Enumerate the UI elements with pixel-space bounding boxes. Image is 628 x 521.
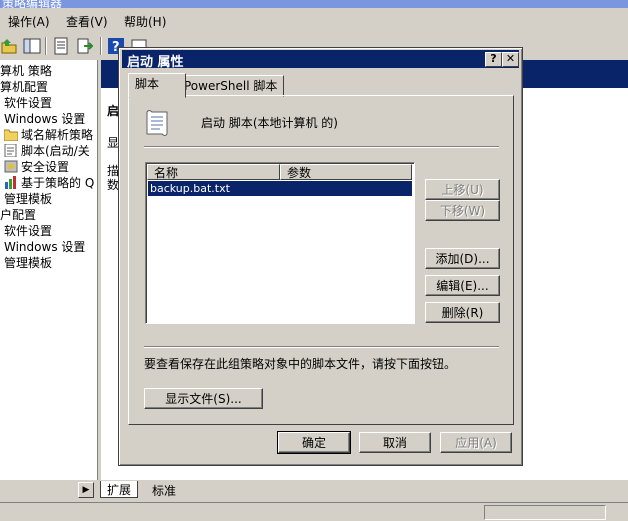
tree-item[interactable]: 户配置 bbox=[0, 207, 36, 223]
scroll-right-icon[interactable]: ▶ bbox=[78, 482, 94, 498]
close-button[interactable]: ✕ bbox=[502, 52, 519, 67]
separator bbox=[144, 346, 499, 348]
remove-button[interactable]: 删除(R) bbox=[425, 302, 500, 323]
move-down-button[interactable]: 下移(W) bbox=[425, 200, 500, 221]
tree-item[interactable]: 基于策略的 Q bbox=[4, 175, 94, 191]
tab-standard[interactable]: 标准 bbox=[146, 482, 182, 498]
dialog-titlebar: 启动 属性 ? ✕ bbox=[122, 50, 519, 70]
info-text: 要查看保存在此组策略对象中的脚本文件，请按下面按钮。 bbox=[144, 357, 457, 371]
tree-item-label: 脚本(启动/关 bbox=[21, 144, 90, 158]
script-name: backup.bat.txt bbox=[150, 182, 230, 195]
tree-item[interactable]: Windows 设置 bbox=[4, 239, 85, 255]
tree-item[interactable]: 脚本(启动/关 bbox=[4, 143, 90, 159]
move-up-button[interactable]: 上移(U) bbox=[425, 179, 500, 200]
tree-item-label: 安全设置 bbox=[21, 160, 70, 174]
main-window-titlebar: 策略编辑器 bbox=[0, 0, 628, 8]
menu-help[interactable]: 帮助(H) bbox=[124, 13, 166, 30]
show-tree-icon[interactable] bbox=[23, 37, 41, 55]
security-icon bbox=[4, 160, 18, 173]
show-files-button[interactable]: 显示文件(S)... bbox=[144, 388, 263, 409]
tree-item[interactable]: Windows 设置 bbox=[4, 111, 85, 127]
app-title: 策略编辑器 bbox=[2, 0, 63, 8]
tree-item[interactable]: 软件设置 bbox=[4, 223, 52, 239]
script-heading: 启动 脚本(本地计算机 的) bbox=[201, 116, 338, 130]
folder-icon bbox=[3, 128, 19, 142]
view-tabs: ▶ 扩展 标准 bbox=[0, 481, 628, 499]
tab-extended[interactable]: 扩展 bbox=[100, 481, 139, 498]
tab-powershell[interactable]: PowerShell 脚本 bbox=[177, 75, 285, 97]
script-file-icon bbox=[145, 108, 171, 138]
separator bbox=[144, 146, 499, 148]
list-item[interactable]: backup.bat.txt bbox=[148, 181, 412, 196]
tree-item[interactable]: 安全设置 bbox=[4, 159, 69, 175]
add-button[interactable]: 添加(D)... bbox=[425, 248, 500, 269]
properties-icon[interactable] bbox=[52, 37, 70, 55]
status-bar bbox=[0, 502, 628, 521]
chart-icon bbox=[4, 176, 18, 189]
status-panel bbox=[484, 505, 606, 520]
menu-action[interactable]: 操作(A) bbox=[8, 13, 50, 30]
scripts-list[interactable]: 名称 参数 backup.bat.txt bbox=[145, 162, 415, 324]
startup-properties-dialog: 启动 属性 ? ✕ 脚本 PowerShell 脚本 启动 脚本(本地计算机 的… bbox=[118, 47, 523, 466]
toolbar-separator bbox=[100, 37, 102, 55]
apply-button[interactable]: 应用(A) bbox=[440, 432, 512, 453]
up-folder-icon[interactable] bbox=[0, 37, 18, 55]
edit-button[interactable]: 编辑(E)... bbox=[425, 275, 500, 296]
column-params[interactable]: 参数 bbox=[280, 164, 412, 180]
tree-item-label: 基于策略的 Q bbox=[21, 176, 95, 190]
menu-bar: 操作(A) 查看(V) 帮助(H) bbox=[0, 10, 628, 32]
tree-item[interactable]: 软件设置 bbox=[4, 95, 52, 111]
script-icon bbox=[4, 143, 18, 158]
export-icon[interactable] bbox=[76, 37, 94, 55]
tab-scripts[interactable]: 脚本 bbox=[128, 73, 186, 98]
tree-item[interactable]: 域名解析策略 bbox=[3, 127, 94, 143]
tree-item[interactable]: 算机 策略 bbox=[0, 63, 52, 79]
column-name[interactable]: 名称 bbox=[147, 164, 280, 180]
tree-item[interactable]: 管理模板 bbox=[4, 191, 52, 207]
dialog-title: 启动 属性 bbox=[127, 55, 184, 70]
console-tree: 算机 策略 算机配置 软件设置 Windows 设置 域名解析策略 脚本(启动/… bbox=[0, 60, 98, 480]
toolbar-separator bbox=[45, 37, 47, 55]
ok-button[interactable]: 确定 bbox=[277, 431, 351, 454]
tree-item[interactable]: 管理模板 bbox=[4, 255, 52, 271]
tree-item-label: 域名解析策略 bbox=[21, 128, 94, 142]
menu-view[interactable]: 查看(V) bbox=[66, 13, 108, 30]
cancel-button[interactable]: 取消 bbox=[359, 432, 431, 453]
tree-item[interactable]: 算机配置 bbox=[0, 79, 48, 95]
help-button[interactable]: ? bbox=[485, 52, 502, 67]
